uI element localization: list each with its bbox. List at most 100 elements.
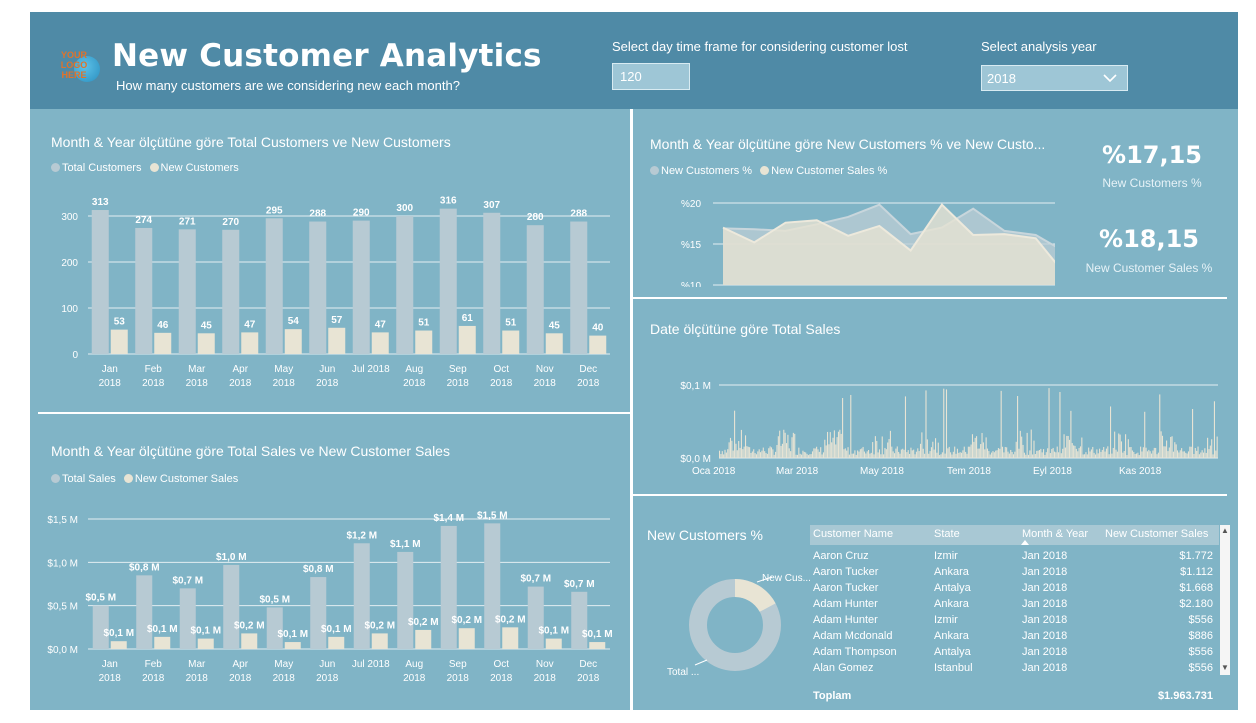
legend-item-total-customers[interactable]: Total Customers [51,162,141,174]
daily-bar [825,445,827,458]
daily-bar [1209,445,1211,458]
kpi-new-sales-label: New Customer Sales % [1085,261,1213,275]
cell-new-customer-sales: $556 [1188,646,1213,658]
daily-bar [739,447,741,458]
daily-bar [1000,390,1002,458]
daily-bar [898,451,900,458]
data-label: 280 [527,212,544,223]
daily-bar [801,454,803,458]
table-row[interactable]: Aaron Cruz Izmir Jan 2018 $1.772 [810,548,1219,564]
daily-bar [1063,434,1065,458]
daily-bar [914,454,916,458]
daily-bar [1140,446,1142,458]
daily-bar [854,450,856,458]
daily-bar [937,442,939,458]
legend-label: New Customers % [661,165,753,177]
daily-bar [1190,446,1192,458]
daily-bar [746,446,748,458]
daily-bar [1164,446,1166,458]
cell-state: Izmir [934,614,958,626]
daily-bar [932,441,934,458]
timeframe-input[interactable]: 120 [612,63,690,90]
scroll-down-icon[interactable]: ▼ [1221,664,1229,672]
table-row[interactable]: Adam Hunter Ankara Jan 2018 $2.180 [810,596,1219,612]
data-label: 300 [396,203,413,214]
daily-bar [1043,449,1045,458]
year-dropdown[interactable]: 2018 [981,65,1128,91]
daily-bar [978,448,980,458]
daily-bar [1168,447,1170,458]
daily-bar [788,448,790,458]
legend-item-new-customer-sales-pct[interactable]: New Customer Sales % [760,165,887,177]
daily-bar [1082,454,1084,458]
legend-dot-icon [149,163,159,172]
daily-bar [1086,454,1088,458]
daily-bar [1047,448,1049,458]
legend-item-new-customer-sales[interactable]: New Customer Sales [123,473,238,485]
x-tick-label: 2018 [186,673,209,684]
daily-bar [1171,436,1173,458]
daily-bar [1182,451,1184,458]
daily-bar [761,450,763,458]
bar-total [440,525,457,649]
table-row[interactable]: Alan Gomez Istanbul Jan 2018 $556 [810,660,1219,676]
legend-dot-icon [51,474,60,483]
bar-total [483,212,501,354]
cell-new-customer-sales: $1.112 [1180,566,1213,578]
cell-new-customer-sales: $2.180 [1179,598,1213,610]
daily-bar [895,448,897,458]
column-header-customer-name[interactable]: Customer Name [813,528,893,540]
daily-bar [1153,447,1155,458]
bar-total [396,216,414,354]
daily-bar [822,452,824,458]
legend-item-total-sales[interactable]: Total Sales [51,473,116,485]
daily-bar [989,454,991,458]
daily-bar [862,446,864,458]
scroll-up-icon[interactable]: ▲ [1221,527,1229,535]
data-label: 61 [462,313,474,324]
daily-bar [1104,451,1106,458]
daily-bar [1107,446,1109,458]
cell-customer-name: Adam Hunter [813,598,878,610]
bar-new [110,329,128,354]
daily-bar [1197,446,1199,458]
table-row[interactable]: Adam Thompson Antalya Jan 2018 $556 [810,644,1219,660]
daily-bar [902,448,904,458]
x-tick-label: 2018 [273,673,296,684]
table-scrollbar[interactable]: ▲ ▼ [1220,525,1230,675]
sales-chart-title: Month & Year ölçütüne göre Total Sales v… [51,443,450,459]
column-header-state[interactable]: State [934,528,960,540]
daily-bar [878,449,881,458]
daily-bar [787,434,789,458]
table-row[interactable]: Adam Mcdonald Ankara Jan 2018 $886 [810,628,1219,644]
daily-bar [1014,451,1016,458]
daily-bar [892,451,894,458]
x-tick-label: Jul 2018 [352,364,390,375]
x-tick-label: 2018 [99,378,122,389]
legend-dot-icon [760,166,770,175]
table-row[interactable]: Adam Hunter Izmir Jan 2018 $556 [810,612,1219,628]
daily-bar [751,451,753,458]
daily-bar [1017,396,1019,458]
daily-bar [736,450,738,458]
total-value: $1.963.731 [1157,690,1213,702]
data-label: $0,5 M [259,594,290,605]
table-row[interactable]: Aaron Tucker Antalya Jan 2018 $1.668 [810,580,1219,596]
legend-label: Total Sales [62,473,116,485]
legend-item-new-customers-pct[interactable]: New Customers % [650,165,752,177]
daily-bar [811,451,814,458]
daily-chart-title: Date ölçütüne göre Total Sales [650,321,841,337]
column-header-month-year[interactable]: Month & Year [1022,528,1088,540]
daily-bar [783,429,785,458]
x-tick-label: 2018 [577,378,600,389]
daily-bar [732,450,734,458]
legend-item-new-customers[interactable]: New Customers [149,162,239,174]
daily-bar [859,449,861,458]
daily-bar [1099,448,1101,458]
daily-bar [930,447,932,458]
daily-bar [1008,453,1010,458]
daily-bar [1006,447,1008,458]
table-row[interactable]: Aaron Tucker Ankara Jan 2018 $1.112 [810,564,1219,580]
x-tick-label: Feb [145,364,163,375]
column-header-new-customer-sales[interactable]: New Customer Sales [1105,528,1208,540]
